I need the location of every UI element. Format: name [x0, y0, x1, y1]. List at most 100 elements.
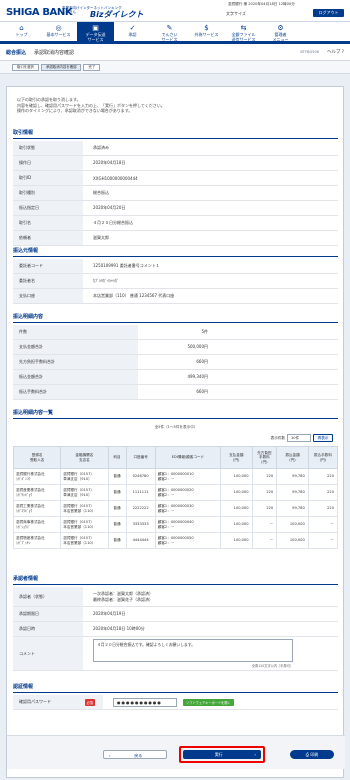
table-row: 滋賀工業株式会社 ｼｶﾞｺｳｷﾞｮｳ 滋賀銀行（0157） 本店営業部（110）普…	[12, 500, 339, 517]
column-header: 先方負担 手数料 (円)	[251, 446, 278, 469]
column-header: 登録名 受取人名	[12, 446, 62, 469]
back-button[interactable]: ‹ 戻る	[103, 750, 167, 759]
nav-item-7[interactable]: ⚙ 管理者 メニュー	[262, 22, 299, 44]
nav-item-2[interactable]: ▣ データ伝送 サービス	[77, 22, 114, 44]
intro-text: 以下の取引の承認を取り消します。 内容を確認し、確認用パスワードを入力の上、「実行…	[17, 97, 165, 114]
table-cell: 99,780	[276, 484, 309, 501]
table-cell: －	[251, 516, 278, 533]
nav-item-1[interactable]: ◎ 基本サービス	[40, 22, 77, 44]
table-cell: 100,000	[220, 484, 253, 501]
global-nav: ⌂ トップ ◎ 基本サービス ▣ データ伝送 サービス ✓ 承認 ✎ でんさい サービス $ 外為サー…	[0, 22, 350, 44]
table-cell: 100,000	[276, 516, 309, 533]
table-row: 滋賀物産株式会社 ｼｶﾞﾌﾞｯｻﾝ 滋賀銀行（0157） 本店営業部（110） 普通…	[12, 532, 339, 549]
table-row: 滋賀銀行株式会社 ｼｶﾞｷﾞﾝｺｳ 滋賀銀行（0157） 草津支店（910） 普通 0…	[12, 468, 339, 485]
info-row: 支払金額合計 500,000円	[13, 340, 338, 355]
nav-icon: $	[204, 24, 209, 32]
column-header: 口座番号	[125, 446, 156, 469]
table-cell: 滋賀産業株式会社 ｼｶﾞｻﾝｷﾞｮｳ	[12, 484, 62, 501]
table-cell: 滋賀銀行（0157） 本店営業部（110）	[60, 500, 109, 517]
table-row: 滋賀商事株式会社 ｼｶﾞｼｮｳｼﾞ 滋賀銀行（0157） 本店営業部（110） 普通…	[12, 516, 339, 533]
info-row: 先方負担手数料合計 660円	[13, 355, 338, 370]
nav-label: データ伝送 サービス	[85, 32, 106, 42]
main-card: 以下の取引の承認を取り消します。 内容を確認し、確認用パスワードを入力の上、「実行…	[6, 86, 345, 778]
table-cell: 顧客1：0000000010 顧客2：－	[154, 468, 222, 485]
table-cell: －	[307, 532, 339, 549]
page-category: 総合振込	[6, 49, 27, 56]
table-cell: 220	[251, 500, 278, 517]
table-cell: 普通	[107, 484, 127, 501]
step-confirm: 承認取消内容を確認	[40, 63, 82, 71]
print-button[interactable]: ⎙ 印刷	[290, 750, 334, 759]
table-cell: 普通	[107, 500, 127, 517]
table-cell: 3333333	[125, 516, 156, 533]
password-row: 確認用パスワード 必須 ●●●●●●●●●● ソフトウェアキーボードを開く	[13, 695, 338, 710]
nav-label: 管理者 メニュー	[272, 32, 289, 42]
header: SHIGA BANK 事業者向けインターネットバンキング しがぎん Bizダイレク…	[0, 0, 350, 22]
step-complete: 完了	[83, 63, 101, 71]
info-row: 承認日時 2020年04月18日 10時00分	[13, 622, 338, 637]
detail-summary-section: 振込明細内容 件数 5件 支払金額合計 500,000円 先方負担手数料合計 660円 振込…	[13, 313, 338, 400]
redisplay-button[interactable]: 再表示	[313, 434, 333, 442]
record-count: 全5件（1～5件を表示中）	[154, 425, 198, 429]
nav-item-0[interactable]: ⌂ トップ	[3, 22, 40, 44]
comment-note: 全角120文字以内［半角可］	[251, 664, 293, 668]
table-row: 滋賀産業株式会社 ｼｶﾞｻﾝｷﾞｮｳ 滋賀銀行（0157） 草津支店（910） 普通…	[12, 484, 339, 501]
table-cell: 顧客1：0000000030 顧客2：－	[154, 500, 222, 517]
nav-icon: ⚙	[277, 24, 284, 32]
action-bar: ‹ 戻る 実行 › ⎙ 印刷	[7, 735, 345, 769]
software-keyboard-button[interactable]: ソフトウェアキーボードを開く	[183, 698, 234, 706]
confirm-password-input[interactable]: ●●●●●●●●●●	[113, 697, 177, 707]
nav-label: でんさい サービス	[161, 32, 178, 42]
table-cell: 普通	[107, 468, 127, 485]
column-header: 支払金額 (円)	[220, 446, 253, 469]
page-title-bar: 総合振込 承認取消内容確認 BTFBG506 ヘルプ ?	[0, 44, 350, 61]
step-select: 取引を選択	[12, 63, 39, 71]
service-logo: Bizダイレクト	[90, 10, 144, 19]
table-cell: 滋賀商事株式会社 ｼｶﾞｼｮｳｼﾞ	[12, 516, 62, 533]
table-cell: 滋賀工業株式会社 ｼｶﾞｺｳｷﾞｮｳ	[12, 500, 62, 517]
nav-item-4[interactable]: ✎ でんさい サービス	[151, 22, 188, 44]
comment-field[interactable]: ４月２０日分総合振込です。確認よろしくお願いします。	[93, 639, 293, 662]
table-cell: 顧客1：0000000050 顧客2：－	[154, 532, 222, 549]
user-info: 滋賀銀行 様 2020年04月18日 12時00分	[228, 2, 295, 6]
table-cell: 0246780	[125, 468, 156, 485]
nav-item-6[interactable]: ⇆ 全銀ファイル 送信サービス	[225, 22, 262, 44]
nav-label: 承認	[128, 32, 137, 37]
nav-item-3[interactable]: ✓ 承認	[114, 22, 151, 44]
table-cell: 1111111	[125, 484, 156, 501]
nav-label: 外為サービス	[194, 32, 219, 37]
section-heading: 振込元情報	[13, 247, 338, 257]
column-header: 科目	[107, 446, 127, 469]
comment-row: コメント ４月２０日分総合振込です。確認よろしくお願いします。 全角120文字以…	[13, 637, 338, 671]
nav-icon: ✎	[166, 24, 173, 32]
info-row: 件数 5件	[13, 325, 338, 340]
table-cell: 99,780	[276, 500, 309, 517]
table-cell: －	[307, 516, 339, 533]
table-cell: 100,000	[220, 468, 253, 485]
help-link[interactable]: ヘルプ ?	[327, 49, 344, 55]
section-heading: 振込明細内容	[13, 313, 338, 323]
detail-list-section: 振込明細内容一覧	[13, 409, 338, 421]
display-count-select[interactable]: 10件	[287, 434, 311, 442]
table-cell: 220	[251, 468, 278, 485]
table-cell: 99,780	[276, 468, 309, 485]
execute-button[interactable]: 実行 ›	[183, 750, 261, 759]
info-row: 委託者名 ｶﾌﾞｼｷｶﾞｲｼｬｼｶﾞ	[13, 274, 338, 289]
info-row: 振込指定日 2020年04月20日	[13, 201, 338, 216]
font-size-label[interactable]: 文字サイズ	[226, 11, 246, 17]
chevron-right-icon: ›	[254, 752, 256, 757]
table-cell: 100,000	[220, 500, 253, 517]
info-row: 承認者（状態） 一次承認者：滋賀太郎（承認済） 最終承認者：滋賀花子（承認済）	[13, 587, 338, 607]
table-cell: 普通	[107, 532, 127, 549]
logout-button[interactable]: ログアウト	[313, 9, 344, 17]
table-cell: 顧客1：0000000020 顧客2：－	[154, 484, 222, 501]
table-cell: 220	[251, 484, 278, 501]
nav-icon: ⇆	[240, 24, 247, 32]
column-header: 振込金額 (円)	[276, 446, 309, 469]
nav-item-5[interactable]: $ 外為サービス	[188, 22, 225, 44]
info-row: 振込金額合計 499,340円	[13, 370, 338, 385]
info-row: 取引状態 承認済み	[13, 141, 338, 156]
nav-icon: ▣	[92, 24, 99, 32]
nav-icon: ◎	[55, 24, 62, 32]
table-cell: 滋賀銀行（0157） 草津支店（910）	[60, 468, 109, 485]
